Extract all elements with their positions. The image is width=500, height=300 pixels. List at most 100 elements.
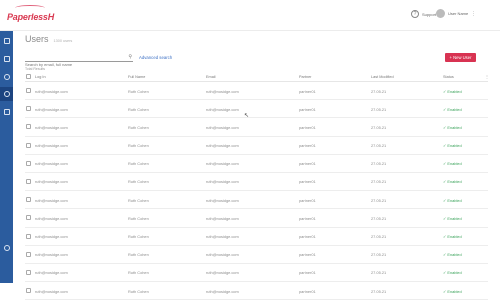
sidebar-item-home[interactable] <box>0 52 13 66</box>
table-row[interactable]: ruth@nosidge.com Ruth Cohen ruth@nosidge.c… <box>25 100 488 119</box>
user-icon <box>3 91 10 97</box>
cell-email: ruth@nosidge.com <box>206 197 239 203</box>
check-icon: ✓ <box>443 234 447 239</box>
table-row[interactable]: ruth@nosidge.com Ruth Cohen ruth@nosidge.c… <box>25 155 488 173</box>
more-vertical-icon[interactable]: ⋮ <box>471 11 476 17</box>
cell-last-modified: 27.05.21 <box>371 288 387 294</box>
row-checkbox[interactable] <box>26 124 31 130</box>
logo-text: PaperlessH <box>7 12 55 22</box>
sidebar-item-gear[interactable] <box>0 241 13 255</box>
table-row[interactable]: ruth@nosidge.com Ruth Cohen ruth@nosidge.c… <box>25 191 488 210</box>
cell-full-name: Ruth Cohen <box>128 288 149 294</box>
select-all-checkbox[interactable] <box>26 74 31 79</box>
avatar <box>436 9 445 18</box>
cell-login: ruth@nosidge.com <box>35 161 68 167</box>
cell-login: ruth@nosidge.com <box>35 270 68 276</box>
status-badge: ✓ Enabled <box>443 198 462 203</box>
table-row[interactable]: ruth@nosidge.com Ruth Cohen ruth@nosidge.c… <box>25 137 488 155</box>
row-checkbox[interactable] <box>26 288 31 294</box>
table-row[interactable]: ruth@nosidge.com Ruth Cohen ruth@nosidge.c… <box>25 228 488 246</box>
cell-full-name: Ruth Cohen <box>128 252 149 258</box>
row-checkbox[interactable] <box>26 178 31 184</box>
search-box[interactable]: ⚲ <box>25 53 133 67</box>
cell-partner: partner01 <box>299 270 316 276</box>
row-checkbox[interactable] <box>26 269 31 275</box>
cell-full-name: Ruth Cohen <box>128 88 149 94</box>
cell-login: ruth@nosidge.com <box>35 252 68 258</box>
cell-email: ruth@nosidge.com <box>206 106 239 112</box>
status-badge: ✓ Enabled <box>443 216 462 221</box>
search-icon[interactable]: ⚲ <box>128 54 132 60</box>
cell-partner: partner01 <box>299 234 316 239</box>
advanced-search-link[interactable]: Advanced search <box>139 55 172 60</box>
cell-login: ruth@nosidge.com <box>35 234 68 239</box>
sidebar-item-settings[interactable] <box>0 70 13 84</box>
check-icon: ✓ <box>443 288 447 294</box>
row-checkbox[interactable] <box>26 233 31 239</box>
column-header-last-modified[interactable]: Last Modified <box>371 75 394 79</box>
new-user-button[interactable]: + New User <box>445 53 476 62</box>
row-checkbox[interactable] <box>26 215 31 221</box>
check-icon: ✓ <box>443 179 447 185</box>
column-header-partner[interactable]: Partner <box>299 75 311 79</box>
row-checkbox[interactable] <box>26 106 31 112</box>
status-badge: ✓ Enabled <box>443 161 462 166</box>
help-icon: ? <box>411 10 419 18</box>
status-label: Enabled <box>447 161 462 167</box>
users-table: Log In Full Name Email Partner Last Modi… <box>25 72 489 300</box>
check-icon: ✓ <box>443 215 447 221</box>
cell-full-name: Ruth Cohen <box>128 106 149 112</box>
row-checkbox[interactable] <box>26 251 31 257</box>
table-header: Log In Full Name Email Partner Last Modi… <box>25 72 489 82</box>
column-header-email[interactable]: Email <box>206 75 216 79</box>
cell-partner: partner01 <box>299 252 316 258</box>
cell-partner: partner01 <box>299 215 316 221</box>
row-checkbox[interactable] <box>26 160 31 166</box>
help-button[interactable]: ? Support <box>411 10 436 18</box>
cell-login: ruth@nosidge.com <box>35 88 68 94</box>
check-icon: ✓ <box>443 161 447 167</box>
user-name: User Name <box>448 11 469 16</box>
cell-full-name: Ruth Cohen <box>128 270 149 276</box>
row-checkbox[interactable] <box>26 142 31 148</box>
status-label: Enabled <box>447 234 462 239</box>
cell-partner: partner01 <box>299 88 316 94</box>
column-header-full-name[interactable]: Full Name <box>128 75 145 79</box>
table-row[interactable]: ruth@nosidge.com Ruth Cohen ruth@nosidge.c… <box>25 82 488 101</box>
row-checkbox[interactable] <box>26 88 31 93</box>
top-bar: PaperlessH ? Support User Name ⋮ <box>0 0 500 31</box>
mouse-cursor-icon: ↖ <box>244 113 250 119</box>
sidebar-item-users[interactable] <box>0 87 13 101</box>
status-badge: ✓ Enabled <box>443 179 462 184</box>
sidebar-item-list[interactable] <box>0 34 13 48</box>
logo-swoosh-icon <box>15 5 45 11</box>
status-label: Enabled <box>447 88 462 94</box>
status-label: Enabled <box>447 143 462 149</box>
cell-partner: partner01 <box>299 161 316 167</box>
row-checkbox[interactable] <box>26 197 31 203</box>
id-card-icon <box>3 109 10 115</box>
check-icon: ✓ <box>443 252 447 258</box>
table-row[interactable]: ruth@nosidge.com Ruth Cohen ruth@nosidge.c… <box>25 209 488 228</box>
app-logo[interactable]: PaperlessH <box>7 5 55 22</box>
column-menu-icon[interactable]: ⋮ <box>485 74 489 79</box>
home-icon <box>3 56 10 62</box>
cell-full-name: Ruth Cohen <box>128 234 149 239</box>
cell-partner: partner01 <box>299 288 316 294</box>
status-badge: ✓ Enabled <box>443 125 462 130</box>
cell-last-modified: 27.05.21 <box>371 88 387 94</box>
table-row[interactable]: ruth@nosidge.com Ruth Cohen ruth@nosidge.c… <box>25 118 488 137</box>
column-header-login[interactable]: Log In <box>35 75 46 79</box>
sidebar-item-cards[interactable] <box>0 105 13 119</box>
check-icon: ✓ <box>443 197 447 203</box>
table-row[interactable]: ruth@nosidge.com Ruth Cohen ruth@nosidge.c… <box>25 173 488 192</box>
table-row[interactable]: ruth@nosidge.com Ruth Cohen ruth@nosidge.c… <box>25 282 488 300</box>
check-icon: ✓ <box>443 143 447 149</box>
table-row[interactable]: ruth@nosidge.com Ruth Cohen ruth@nosidge.c… <box>25 264 488 283</box>
column-header-status[interactable]: Status <box>443 75 454 79</box>
cell-email: ruth@nosidge.com <box>206 161 239 167</box>
status-badge: ✓ Enabled <box>443 252 462 257</box>
table-row[interactable]: ruth@nosidge.com Ruth Cohen ruth@nosidge.c… <box>25 246 488 264</box>
cell-partner: partner01 <box>299 106 316 112</box>
user-menu[interactable]: User Name ⋮ <box>436 9 476 18</box>
